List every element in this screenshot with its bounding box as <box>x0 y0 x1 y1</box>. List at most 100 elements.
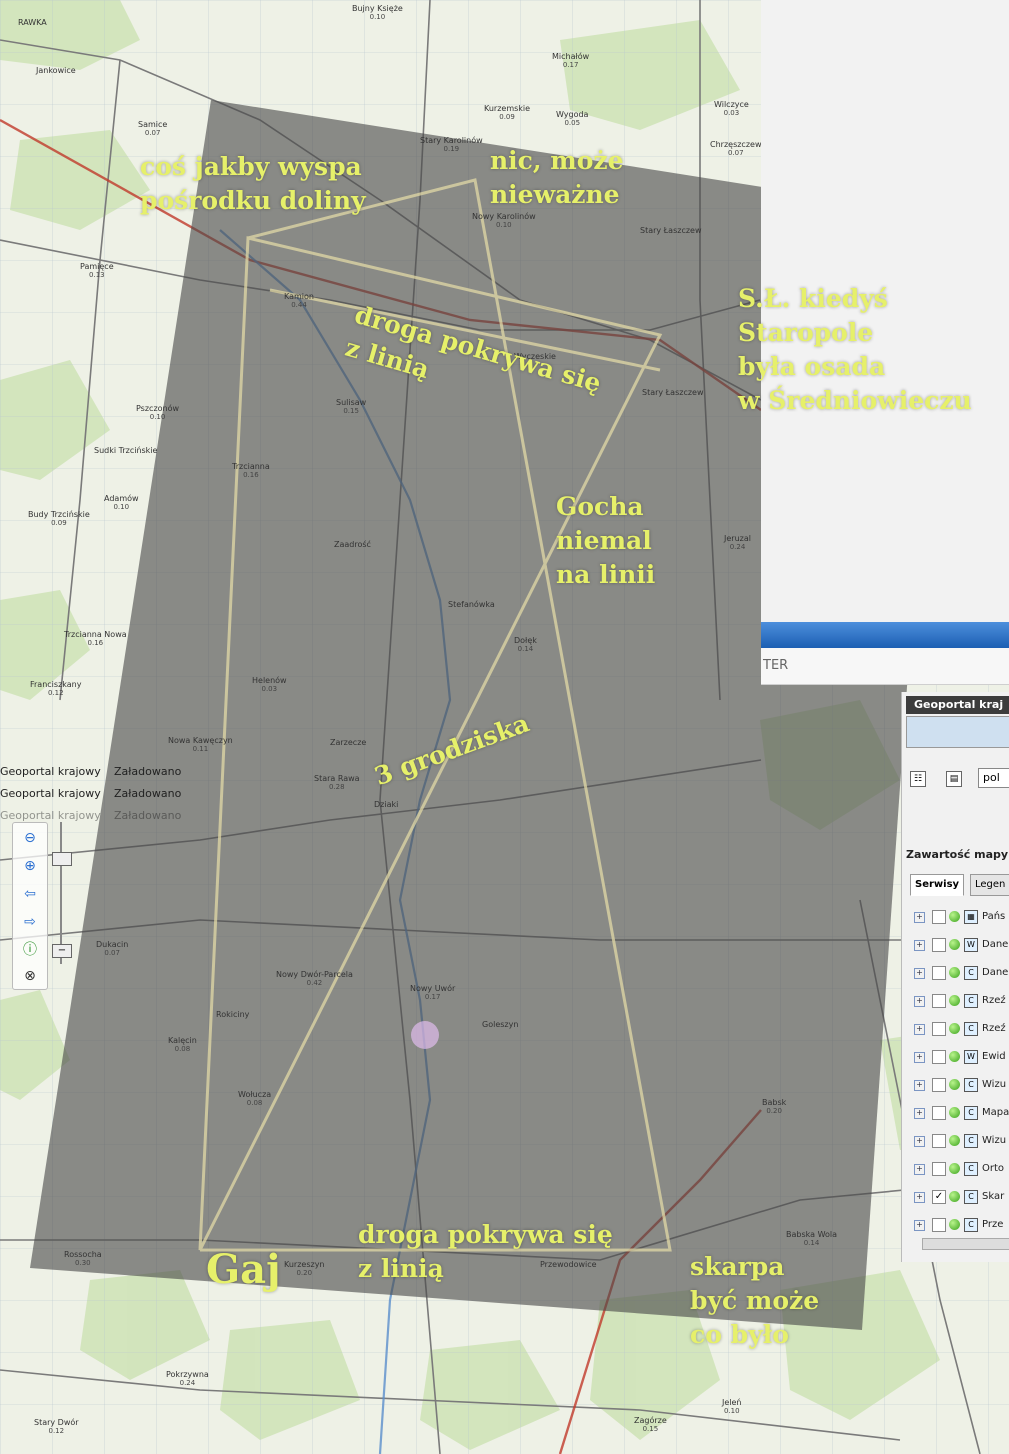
place-label: Jankowice <box>36 66 76 75</box>
place-label: Zaadrość <box>334 540 371 549</box>
status-dot-icon <box>949 995 960 1006</box>
service-name: Geoportal krajowy <box>0 787 101 800</box>
place-label: Stary Dwór 0.12 <box>34 1418 79 1435</box>
layer-label: Wizu <box>982 1135 1007 1146</box>
place-label: Kurzemskie 0.09 <box>484 104 531 121</box>
layer-row[interactable]: + C Mapa <box>914 1102 1009 1124</box>
expand-icon[interactable]: + <box>914 1108 925 1119</box>
annotation-gocha: Gocha niemal na linii <box>556 492 656 589</box>
expand-icon[interactable]: + <box>914 1220 925 1231</box>
layer-row[interactable]: + ▦ Pańs <box>914 906 1009 928</box>
layer-row[interactable]: + C Prze <box>914 1214 1009 1236</box>
info-icon[interactable]: ⓘ <box>21 941 39 959</box>
expand-icon[interactable]: + <box>914 940 925 951</box>
annotation-skarpa: skarpa być może co było <box>690 1252 820 1349</box>
annotation-island: coś jakby wyspa pośrodku doliny <box>140 152 366 215</box>
expand-icon[interactable]: + <box>914 1024 925 1035</box>
forward-arrow-icon[interactable]: ⇨ <box>21 913 39 931</box>
overview-minimap[interactable] <box>906 716 1009 748</box>
zoom-slider-track <box>60 822 62 964</box>
status-row: Geoportal krajowy Załadowano <box>0 784 244 804</box>
language-select[interactable]: pol <box>978 768 1009 788</box>
expand-icon[interactable]: + <box>914 1080 925 1091</box>
layer-row[interactable]: + C Wizu <box>914 1130 1009 1152</box>
layer-checkbox[interactable] <box>932 1162 946 1176</box>
layer-c-icon: C <box>964 1162 978 1176</box>
place-label: Sudki Trzcińskie <box>94 446 158 455</box>
layer-checkbox[interactable] <box>932 1022 946 1036</box>
place-label: Dołęk 0.14 <box>514 636 537 653</box>
map-contents-heading: Zawartość mapy <box>906 848 1009 861</box>
zoom-slider-handle[interactable] <box>52 852 72 866</box>
place-label: Rokiciny <box>216 1010 250 1019</box>
layer-checkbox[interactable] <box>932 1134 946 1148</box>
map-icon: ▦ <box>964 910 978 924</box>
layer-row[interactable]: + W Ewid <box>914 1046 1009 1068</box>
layer-row[interactable]: + C Wizu <box>914 1074 1009 1096</box>
expand-icon[interactable]: + <box>914 1164 925 1175</box>
layer-checkbox[interactable]: ✓ <box>932 1190 946 1204</box>
panel-toolbar: ☷ ▤ pol <box>906 768 1009 790</box>
layer-row[interactable]: + C Dane <box>914 962 1009 984</box>
place-label: Stary Łaszczew <box>640 226 702 235</box>
status-dot-icon <box>949 1135 960 1146</box>
place-label: Chrzęszczew 0.07 <box>710 140 762 157</box>
zoom-min-icon[interactable]: − <box>52 944 72 958</box>
place-label: Wygoda 0.05 <box>556 110 589 127</box>
window-title-bar <box>761 622 1009 648</box>
ter-strip: TER <box>761 648 1009 685</box>
layer-row[interactable]: + C Rzeź <box>914 990 1009 1012</box>
layer-checkbox[interactable] <box>932 910 946 924</box>
service-name: Geoportal krajowy <box>0 809 101 822</box>
expand-icon[interactable]: + <box>914 996 925 1007</box>
wms-icon: W <box>964 1050 978 1064</box>
expand-icon[interactable]: + <box>914 1192 925 1203</box>
place-label: Pamięce 0.13 <box>80 262 114 279</box>
panel-title: Geoportal kraj <box>906 696 1009 714</box>
layer-row[interactable]: + ✓ C Skar <box>914 1186 1009 1208</box>
place-label: Nowy Karolinów 0.10 <box>472 212 536 229</box>
expand-icon[interactable]: + <box>914 912 925 923</box>
tab-legend[interactable]: Legen <box>970 874 1009 896</box>
layer-checkbox[interactable] <box>932 1050 946 1064</box>
zoom-slider[interactable]: − <box>52 822 72 964</box>
back-arrow-icon[interactable]: ⇦ <box>21 885 39 903</box>
layer-c-icon: C <box>964 1106 978 1120</box>
layer-checkbox[interactable] <box>932 1078 946 1092</box>
place-label: Sulisaw 0.15 <box>336 398 367 415</box>
expand-icon[interactable]: + <box>914 1052 925 1063</box>
layer-label: Ewid <box>982 1051 1006 1062</box>
status-dot-icon <box>949 1051 960 1062</box>
zoom-in-icon[interactable]: ⊕ <box>21 857 39 875</box>
place-label: Wilczyce 0.03 <box>714 100 749 117</box>
layer-row[interactable]: + C Rzeź <box>914 1018 1009 1040</box>
layer-label: Orto <box>982 1163 1005 1174</box>
tab-services[interactable]: Serwisy <box>910 874 965 896</box>
layer-checkbox[interactable] <box>932 994 946 1008</box>
place-label: Nowy Uwór 0.17 <box>410 984 456 1001</box>
expand-icon[interactable]: + <box>914 1136 925 1147</box>
place-label: Trzcianna 0.16 <box>232 462 270 479</box>
wms-icon[interactable]: ▤ <box>946 771 962 787</box>
status-dot-icon <box>949 1107 960 1118</box>
place-label: Helenów 0.03 <box>252 676 287 693</box>
place-label: Goleszyn <box>482 1020 519 1029</box>
annotation-staropole: S.Ł. kiedyś Staropole była osada w Średn… <box>738 284 972 415</box>
zoom-out-icon[interactable]: ⊖ <box>21 829 39 847</box>
layer-checkbox[interactable] <box>932 938 946 952</box>
cancel-icon[interactable]: ⊗ <box>21 967 39 985</box>
annotation-nothing: nic, może nieważne <box>490 146 624 209</box>
service-status: Załadowano <box>114 809 182 822</box>
layer-checkbox[interactable] <box>932 966 946 980</box>
place-label: Budy Trzcińskie 0.09 <box>28 510 90 527</box>
horizontal-scrollbar[interactable] <box>922 1238 1009 1250</box>
layer-row[interactable]: + C Orto <box>914 1158 1009 1180</box>
place-label: Zarzecze <box>330 738 367 747</box>
list-icon[interactable]: ☷ <box>910 771 926 787</box>
service-name: Geoportal krajowy <box>0 765 101 778</box>
layer-c-icon: C <box>964 1022 978 1036</box>
expand-icon[interactable]: + <box>914 968 925 979</box>
layer-row[interactable]: + W Dane <box>914 934 1009 956</box>
layer-checkbox[interactable] <box>932 1106 946 1120</box>
layer-checkbox[interactable] <box>932 1218 946 1232</box>
